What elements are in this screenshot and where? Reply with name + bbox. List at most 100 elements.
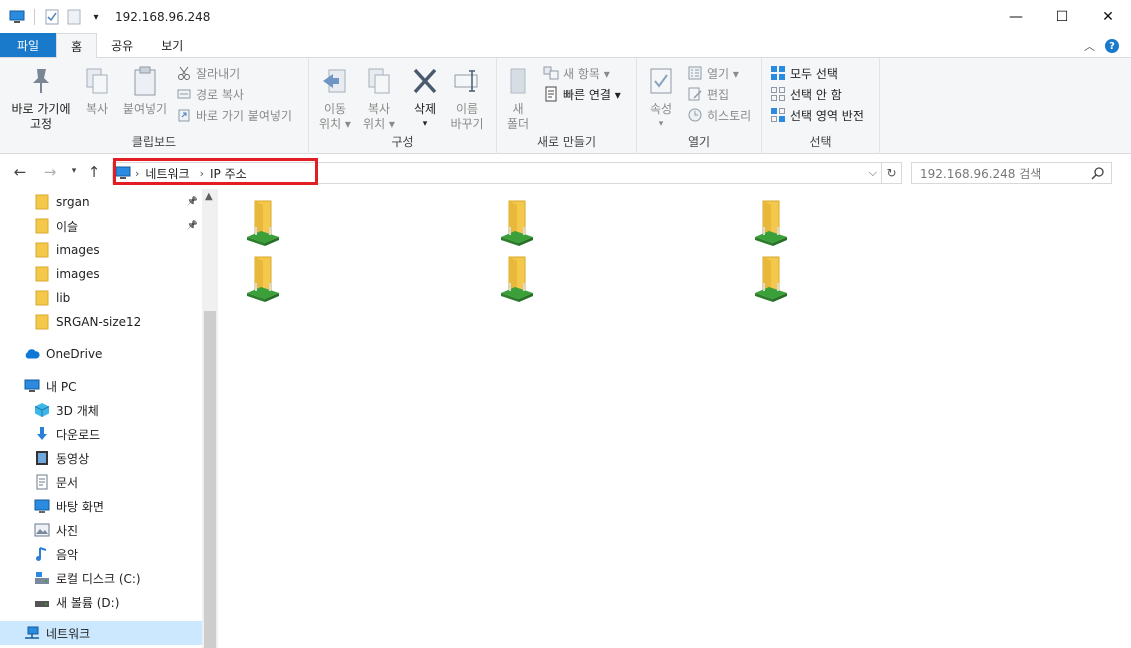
breadcrumb-separator[interactable]: › [200, 167, 204, 180]
shared-folder-icon[interactable] [495, 197, 539, 247]
nav-item-label: 다운로드 [56, 427, 101, 442]
pinned-icon: 📌 [186, 197, 198, 207]
clipboard-group-label: 클립보드 [131, 135, 177, 149]
nav-item-quick-access[interactable]: lib [0, 286, 202, 310]
properties-dropdown-arrow[interactable]: ▾ [659, 117, 664, 132]
organize-group-label: 구성 [391, 135, 414, 149]
new-folder-qat-icon[interactable] [65, 8, 83, 26]
recent-locations-button[interactable]: ▾ [64, 166, 84, 176]
nav-item-pc-2[interactable]: 동영상 [0, 446, 202, 470]
select-none-button[interactable]: 선택 안 함 [770, 84, 842, 104]
refresh-button[interactable]: ↻ [882, 162, 902, 184]
computer-icon[interactable] [8, 8, 26, 26]
invert-selection-button[interactable]: 선택 영역 반전 [770, 105, 864, 125]
open-button[interactable]: 열기 ▾ [687, 63, 739, 83]
scroll-up-icon[interactable]: ▲ [205, 191, 213, 202]
shared-folder-icon[interactable] [241, 197, 285, 247]
collapse-ribbon-icon[interactable]: ︿ [1084, 38, 1095, 54]
delete-dropdown-arrow[interactable]: ▾ [423, 117, 428, 132]
help-icon[interactable]: ? [1105, 39, 1119, 53]
nav-item-pc-7[interactable]: 로컬 디스크 (C:) [0, 566, 202, 590]
shared-folder-icon[interactable] [749, 253, 793, 303]
breadcrumb-separator[interactable]: › [135, 167, 139, 180]
copy-path-button[interactable]: 경로 복사 [176, 84, 244, 104]
delete-button[interactable]: 삭제 ▾ [407, 64, 443, 132]
rename-icon [451, 64, 483, 98]
pin-quick-access-button[interactable]: 바로 가기에 고정 [8, 64, 74, 132]
nav-item-pc-0[interactable]: 3D 개체 [0, 398, 202, 422]
edit-button[interactable]: 편집 [687, 84, 729, 104]
search-box[interactable]: 192.168.96.248 검색 [911, 162, 1112, 184]
title-bar: ▾ 192.168.96.248 — ☐ ✕ [0, 0, 1131, 34]
refresh-icon: ↻ [886, 166, 897, 180]
properties-button[interactable]: 속성 ▾ [645, 64, 677, 132]
properties-check-icon[interactable] [43, 8, 61, 26]
nav-item-quick-access[interactable]: 이슬 📌 [0, 214, 202, 238]
close-button[interactable]: ✕ [1085, 0, 1131, 34]
nav-item-pc-6[interactable]: 음악 [0, 542, 202, 566]
move-to-button[interactable]: 이동 위치 ▾ [315, 64, 355, 132]
paste-shortcut-icon [176, 107, 192, 123]
minimize-button[interactable]: — [993, 0, 1039, 34]
forward-button[interactable]: → [40, 163, 60, 181]
breadcrumb-ip-address[interactable]: IP 주소 [210, 165, 247, 182]
onedrive-cloud-icon [24, 346, 40, 362]
new-folder-button[interactable]: 새 폴더 [503, 64, 533, 132]
nav-item-this-pc[interactable]: 내 PC [0, 374, 202, 398]
folder-icon [34, 194, 50, 210]
pinned-icon: 📌 [186, 221, 198, 231]
open-group: 속성 ▾ 열기 ▾ 편집 히스토리 열기 [637, 58, 762, 154]
shared-folder-icon[interactable] [241, 253, 285, 303]
easy-access-button[interactable]: 빠른 연결 ▾ [543, 84, 621, 104]
nav-item-quick-access[interactable]: srgan 📌 [0, 190, 202, 214]
search-icon [1091, 166, 1105, 183]
tab-file[interactable]: 파일 [0, 33, 57, 57]
nav-item-pc-1[interactable]: 다운로드 [0, 422, 202, 446]
select-none-icon [770, 86, 786, 102]
nav-item-quick-access[interactable]: images [0, 262, 202, 286]
shared-folder-icon[interactable] [495, 253, 539, 303]
nav-item-quick-access[interactable]: SRGAN-size12 [0, 310, 202, 334]
paste-shortcut-button[interactable]: 바로 가기 붙여넣기 [176, 105, 292, 125]
nav-item-label: 이슬 [56, 219, 79, 234]
nav-item-label: 동영상 [56, 451, 90, 466]
nav-item-quick-access[interactable]: images [0, 238, 202, 262]
address-bar[interactable]: › 네트워크 › IP 주소 ⌵ [112, 162, 882, 184]
select-all-button[interactable]: 모두 선택 [770, 63, 838, 83]
customize-qat-icon[interactable]: ▾ [87, 8, 105, 26]
window-controls: — ☐ ✕ [993, 0, 1131, 34]
history-button[interactable]: 히스토리 [687, 105, 751, 125]
nav-scrollbar[interactable]: ▲ [202, 189, 218, 648]
tab-view[interactable]: 보기 [147, 33, 197, 57]
volume-icon [34, 594, 50, 610]
rename-button[interactable]: 이름 바꾸기 [447, 64, 487, 132]
navigation-pane: ▲ srgan 📌 이슬 📌 images images lib SRGAN-size12 On… [0, 189, 218, 648]
copy-to-button[interactable]: 복사 위치 ▾ [359, 64, 399, 132]
address-dropdown-icon[interactable]: ⌵ [869, 166, 877, 180]
back-button[interactable]: ← [10, 163, 30, 181]
up-button[interactable]: ↑ [84, 163, 104, 181]
new-item-button[interactable]: 새 항목 ▾ [543, 63, 610, 83]
nav-item-pc-3[interactable]: 문서 [0, 470, 202, 494]
maximize-button[interactable]: ☐ [1039, 0, 1085, 34]
desktop-icon [34, 498, 50, 514]
breadcrumb-network[interactable]: 네트워크 [145, 165, 189, 182]
tab-home[interactable]: 홈 [56, 33, 98, 58]
cut-button[interactable]: 잘라내기 [176, 63, 240, 83]
shared-folder-icon[interactable] [749, 197, 793, 247]
nav-item-label: 문서 [56, 475, 79, 490]
nav-item-label: 3D 개체 [56, 403, 99, 418]
nav-item-pc-8[interactable]: 새 볼륨 (D:) [0, 590, 202, 614]
nav-item-pc-4[interactable]: 바탕 화면 [0, 494, 202, 518]
copy-button[interactable]: 복사 [80, 64, 114, 117]
paste-button[interactable]: 붙여넣기 [120, 64, 170, 117]
nav-item-label: images [56, 267, 100, 281]
video-icon [34, 450, 50, 466]
nav-item-network[interactable]: 네트워크 [0, 621, 202, 645]
scrollbar-thumb[interactable] [204, 311, 216, 648]
nav-item-label: srgan [56, 195, 90, 209]
nav-item-onedrive[interactable]: OneDrive [0, 342, 202, 366]
tab-share[interactable]: 공유 [97, 33, 147, 57]
nav-item-label: 바탕 화면 [56, 499, 104, 514]
nav-item-pc-5[interactable]: 사진 [0, 518, 202, 542]
